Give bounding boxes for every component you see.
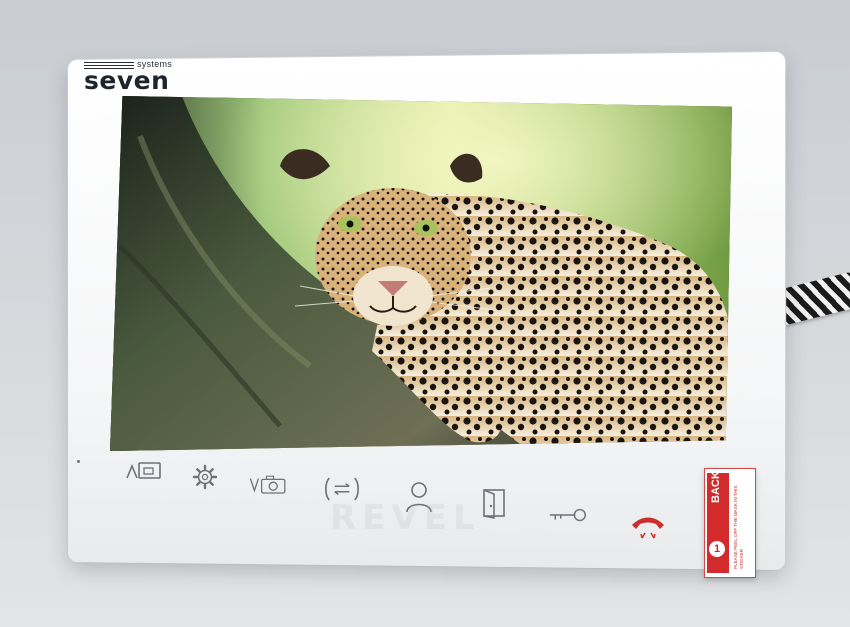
hangup-button[interactable]: [628, 510, 668, 544]
sticker-title: BACK: [710, 471, 722, 503]
camera-button[interactable]: [248, 468, 288, 502]
monitor-icon: [126, 462, 161, 479]
product-photo: systems seven REVEL BACK 1 PLEASE PEEL O…: [0, 0, 850, 627]
settings-button[interactable]: [185, 460, 225, 494]
watermark: REVEL: [330, 498, 481, 538]
screen: [110, 96, 732, 451]
key-icon: [549, 508, 586, 522]
brand-logo: systems seven: [84, 59, 224, 102]
brand-name: seven: [84, 66, 170, 95]
camera-icon: [249, 475, 286, 494]
leopard-on-tree-image: [110, 96, 732, 451]
door-icon: [483, 489, 505, 519]
key-button[interactable]: [548, 498, 588, 532]
indicator-dot: [77, 460, 80, 463]
sticker-text: PLEASE PEEL OFF THE MASK IN THIS STICKER: [733, 485, 744, 569]
sticker-number: 1: [709, 541, 725, 557]
phone-hangup-icon: [632, 517, 664, 539]
warning-sticker: BACK 1 PLEASE PEEL OFF THE MASK IN THIS …: [704, 468, 756, 578]
gear-icon: [192, 464, 218, 490]
monitor-button[interactable]: [124, 453, 164, 487]
